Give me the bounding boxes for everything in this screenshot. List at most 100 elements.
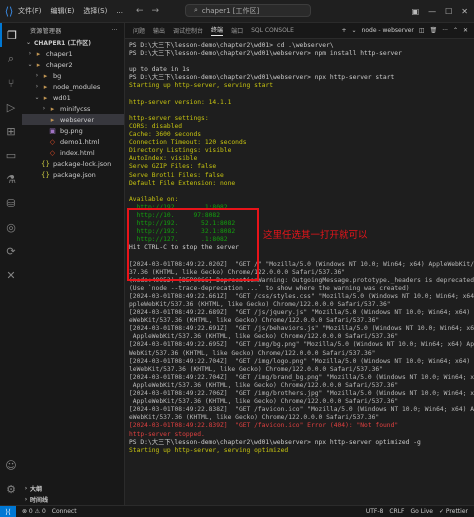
tree-item-label: chaper1	[46, 49, 73, 58]
tree-item[interactable]: ⌄ ▸ wd01	[22, 92, 124, 103]
terminal-line: [2024-03-01T08:49:22.839Z] "GET /favicon…	[129, 422, 399, 430]
terminal-selector[interactable]: ⌄	[352, 27, 357, 34]
terminal-line: Default File Extension: none	[129, 179, 236, 187]
activity-bar: ❐ ⌕ ⑂ ▷ ⊞ ▭ ⚗ ⛁ ◎ ⟳ ✕ ☺ ⚙	[0, 23, 23, 505]
terminal-line: AutoIndex: visible	[129, 155, 198, 163]
tab-ports[interactable]: 端口	[231, 26, 243, 35]
tab-terminal[interactable]: 终端	[211, 25, 224, 36]
tree-item[interactable]: ▸ webserver	[22, 114, 124, 125]
menu-edit[interactable]: 编辑(E)	[51, 6, 75, 16]
forward-arrow-icon[interactable]: →	[152, 6, 160, 16]
prettier-status[interactable]: ✓ Prettier	[439, 508, 468, 515]
remote-indicator-icon[interactable]: ⟩⟨	[0, 506, 16, 517]
copilot-icon[interactable]: ◎	[0, 215, 22, 239]
tree-item-label: node_modules	[53, 82, 101, 91]
settings-gear-icon[interactable]: ⚙	[0, 477, 22, 501]
panel-more-icon[interactable]: ···	[442, 27, 448, 34]
connect-status[interactable]: Connect	[52, 508, 77, 515]
split-terminal-icon[interactable]: ◫	[419, 27, 425, 34]
terminal-line: (Use `node --trace-deprecation ...` to s…	[129, 284, 410, 292]
explorer-title: 资源管理器 ···	[30, 26, 118, 35]
tab-problems[interactable]: 问题	[133, 26, 145, 35]
new-terminal-icon[interactable]: +	[341, 27, 346, 34]
vscode-logo-icon: ⟨⟩	[4, 4, 14, 18]
terminal-line: eWebKit/537.36 (KHTML, like Gecko) Chrom…	[129, 414, 380, 422]
database-icon[interactable]: ⛁	[0, 191, 22, 215]
tree-item-label: minifycss	[60, 104, 91, 113]
layout-icon[interactable]: ▣	[412, 7, 420, 16]
tree-item[interactable]: › ▸ bg	[22, 70, 124, 81]
tab-sql-console[interactable]: SQL CONSOLE	[251, 27, 294, 34]
terminal-line: AppleWebKit/537.36 (KHTML, like Gecko) C…	[129, 333, 399, 341]
tab-output[interactable]: 输出	[153, 26, 165, 35]
problems-status[interactable]: ⊗ 0 ⚠ 0	[22, 508, 46, 515]
close-button[interactable]: ✕	[461, 7, 468, 16]
tree-item[interactable]: ▣ bg.png	[22, 125, 124, 136]
terminal-line: ppleWebKit/537.36 (KHTML, like Gecko) Ch…	[129, 301, 391, 308]
terminal-line: WebKit/537.36 (KHTML, like Gecko) Chrome…	[129, 349, 376, 357]
chevron-icon: ›	[28, 50, 32, 57]
maximize-button[interactable]: ☐	[445, 7, 452, 16]
remote-explorer-icon[interactable]: ▭	[0, 143, 22, 167]
folder-icon: ▸	[43, 71, 48, 80]
extensions-icon[interactable]: ⊞	[0, 119, 22, 143]
terminal-line: Cache: 3600 seconds	[129, 131, 202, 139]
run-debug-icon[interactable]: ▷	[0, 95, 22, 119]
tree-item-label: package.json	[53, 170, 96, 179]
close-panel-icon[interactable]: ✕	[463, 27, 468, 34]
tree-item[interactable]: › ▸ chaper1	[22, 48, 124, 59]
terminal-line: [2024-03-01T08:49:22.704Z] "GET /img/log…	[129, 357, 474, 365]
highlight-box	[127, 208, 259, 281]
live-share-icon[interactable]: ⟳	[0, 239, 22, 263]
explorer-icon[interactable]: ❐	[0, 23, 22, 47]
terminal-line: PS D:\大三下\lesson-demo\chapter2\wd01\webs…	[129, 74, 395, 82]
html-icon: ◇	[49, 137, 56, 146]
workspace-header[interactable]: ⌄ CHAPER1 (工作区)	[22, 37, 124, 48]
tree-item[interactable]: {} package-lock.json	[22, 158, 124, 169]
go-live-status[interactable]: Go Live	[411, 508, 433, 515]
menu-selection[interactable]: 选择(S)	[83, 6, 107, 16]
tree-item[interactable]: › ▸ minifycss	[22, 103, 124, 114]
folder-icon: ▸	[50, 115, 55, 124]
more-actions-icon[interactable]: ···	[111, 27, 118, 34]
chevron-icon: ⌄	[34, 94, 40, 101]
tree-item[interactable]: ◇ index.html	[22, 147, 124, 158]
back-arrow-icon[interactable]: ←	[136, 6, 144, 16]
terminal-line: Directory Listings: visible	[129, 147, 232, 155]
json-icon: {}	[41, 170, 50, 179]
terminal-line: [2024-03-01T08:49:22.689Z] "GET /js/jque…	[129, 309, 474, 317]
menu-file[interactable]: 文件(F)	[18, 6, 42, 16]
eol-status[interactable]: CRLF	[389, 508, 404, 515]
vscode-icon[interactable]: ✕	[0, 263, 22, 287]
maximize-panel-icon[interactable]: ⌃	[453, 27, 458, 34]
minimize-button[interactable]: —	[428, 7, 436, 16]
terminal-line: AppleWebKit/537.36 (KHTML, like Gecko) C…	[129, 398, 399, 406]
tab-debug-console[interactable]: 调试控制台	[173, 26, 203, 35]
command-center-search[interactable]: ⌕ chaper1 [工作区]	[185, 4, 311, 17]
outline-section[interactable]: › 大纲	[22, 483, 124, 494]
tree-item-label: wd01	[53, 93, 71, 102]
tree-item[interactable]: ◇ demo1.html	[22, 136, 124, 147]
source-control-icon[interactable]: ⑂	[0, 71, 22, 95]
kill-terminal-icon[interactable]: 🗑	[430, 27, 438, 34]
explorer-sidebar: 资源管理器 ··· ⌄ CHAPER1 (工作区) › ▸ chaper1 ⌄ ▸ cha…	[22, 23, 125, 505]
tree-item[interactable]: {} package.json	[22, 169, 124, 180]
search-view-icon[interactable]: ⌕	[0, 47, 22, 71]
tree-item-label: bg.png	[60, 126, 83, 135]
tree-item[interactable]: › ▸ node_modules	[22, 81, 124, 92]
tree-item[interactable]: ⌄ ▸ chaper2	[22, 59, 124, 70]
tree-item-label: demo1.html	[60, 137, 100, 146]
menu-more[interactable]: ...	[116, 7, 123, 15]
account-icon[interactable]: ☺	[0, 453, 22, 477]
timeline-section[interactable]: › 时间线	[22, 494, 124, 505]
terminal-line: PS D:\大三下\lesson-demo\chapter2\wd01\webs…	[129, 438, 421, 446]
terminal-name[interactable]: node - webserver	[362, 27, 414, 34]
terminal-line: [2024-03-01T08:49:22.691Z] "GET /js/beha…	[129, 325, 474, 333]
title-bar: ⟨⟩ 文件(F) 编辑(E) 选择(S) ... ← → ⌕ chaper1 […	[0, 0, 474, 23]
encoding-status[interactable]: UTF-8	[366, 508, 384, 515]
terminal-line: http-server stopped.	[129, 430, 205, 438]
testing-icon[interactable]: ⚗	[0, 167, 22, 191]
